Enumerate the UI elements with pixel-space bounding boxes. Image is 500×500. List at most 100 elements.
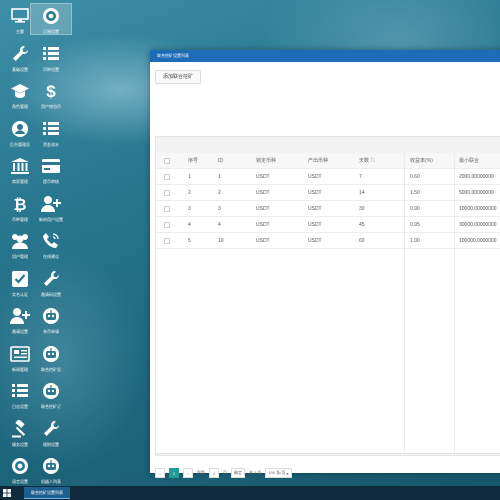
table-row[interactable]: 3 3 USDT USDT 30 0.90 10000.00000000 <box>156 201 500 217</box>
col-header-min-amount: 最小联合 <box>459 158 480 164</box>
cell-yield: 1.50 <box>410 190 420 196</box>
settings-wheel-icon <box>39 4 63 28</box>
desktop-icon-item[interactable]: 在线建议 <box>31 229 71 259</box>
table-header-row: 序号 ID 锁定币种 产出币种 天数 ⇅ 收益率(%) 最小联合 <box>156 153 500 169</box>
desktop-icon-item[interactable]: 邀请码设置 <box>31 267 71 297</box>
taskbar: 联合挖矿设置列表 <box>0 486 500 500</box>
next-page-button[interactable]: › <box>183 468 193 478</box>
desktop-icon-label: 在线建议 <box>43 254 59 259</box>
desktop-icon-label: 用户管理 <box>12 254 28 259</box>
cell-output-coin: USDT <box>308 222 322 228</box>
table-footer-total: 小计 <box>156 453 500 455</box>
prev-page-button[interactable]: ‹ <box>155 468 165 478</box>
cell-id: 1 <box>218 174 221 180</box>
add-mining-button[interactable]: 添加联合挖矿 <box>155 70 202 84</box>
desktop-icon-label: 商家管理 <box>12 179 28 184</box>
per-page-select[interactable]: 100 条/页 ▾ <box>265 468 292 478</box>
robot-icon <box>39 379 63 403</box>
cell-lock-coin: USDT <box>256 190 270 196</box>
desktop-icon-label: 机器人列表 <box>41 479 61 484</box>
row-checkbox[interactable] <box>164 206 170 212</box>
cell-output-coin: USDT <box>308 174 322 180</box>
cell-min-amount: 5000.00000000 <box>459 190 494 196</box>
graduation-cap-icon <box>8 79 32 103</box>
table-row[interactable]: 2 2 USDT USDT 14 1.50 5000.00000000 <box>156 185 500 201</box>
cell-index: 4 <box>188 222 191 228</box>
cell-index: 1 <box>188 174 191 180</box>
wrench-icon <box>8 42 32 66</box>
desktop-icon-item[interactable]: 币种设置 <box>31 42 71 72</box>
col-header-id: ID <box>218 158 223 164</box>
col-header-output-coin: 产出币种 <box>308 158 329 164</box>
users-icon <box>8 229 32 253</box>
cell-output-coin: USDT <box>308 238 322 244</box>
desktop-icon-label: 新的用户设置 <box>39 216 63 222</box>
desktop-icon-label: 充币申请 <box>43 329 59 334</box>
row-checkbox[interactable] <box>164 190 170 196</box>
table-row[interactable]: 1 1 USDT USDT 7 0.60 2000.00000000 <box>156 169 500 185</box>
page-input[interactable]: 1 <box>209 468 219 478</box>
phone-icon <box>39 229 63 253</box>
col-header-days[interactable]: 天数 ⇅ <box>359 153 375 169</box>
bank-icon <box>8 154 32 178</box>
desktop-icon-item[interactable]: 联合挖矿设 <box>31 342 71 372</box>
desktop-icon-item[interactable]: 新的用户设置 <box>31 192 71 222</box>
desktop-icon-label: 理财设置 <box>43 441 59 447</box>
desktop-icon-item[interactable]: 订阅设置 <box>30 2 72 36</box>
row-checkbox[interactable] <box>164 174 170 180</box>
desktop-icon-item[interactable]: 机器人列表 <box>31 454 71 484</box>
cell-min-amount: 10000.00000000 <box>459 206 497 212</box>
dollar-icon: $ <box>39 79 63 103</box>
table-row[interactable]: 4 4 USDT USDT 45 0.95 30000.00000000 <box>156 217 500 233</box>
column-divider <box>404 153 405 455</box>
pagination: ‹ 1 › 到第 1 页 确定 共 5 条 100 条/页 ▾ <box>155 467 292 479</box>
confirm-button[interactable]: 确定 <box>231 468 245 478</box>
robot-icon <box>39 454 63 478</box>
credit-card-icon <box>39 154 63 178</box>
select-all-checkbox[interactable] <box>164 158 170 164</box>
desktop-icon-item[interactable]: 资金流水 <box>31 117 71 147</box>
table-toolbar <box>156 137 500 153</box>
user-plus-icon <box>39 192 63 216</box>
cell-lock-coin: USDT <box>256 174 270 180</box>
cell-min-amount: 100000.0000000 <box>459 238 497 244</box>
cell-days: 45 <box>359 222 365 228</box>
row-checkbox[interactable] <box>164 238 170 244</box>
desktop-icon-label: 订阅设置 <box>43 29 59 34</box>
desktop-icon-label: 角色管理 <box>12 104 28 109</box>
sort-icon[interactable]: ⇅ <box>370 158 375 164</box>
window-title: 联合挖矿设置列表 <box>150 50 500 62</box>
desktop-icon-item[interactable]: 充币申请 <box>31 304 71 334</box>
table-row[interactable]: 5 10 USDT USDT 60 1.00 100000.0000000 <box>156 233 500 249</box>
taskbar-window-button[interactable]: 联合挖矿设置列表 <box>24 487 70 499</box>
desktop-icon-label: 用户钱包币 <box>41 104 61 109</box>
cell-min-amount: 2000.00000000 <box>459 174 494 180</box>
cell-output-coin: USDT <box>308 190 322 196</box>
cell-index: 3 <box>188 206 191 212</box>
cell-lock-coin: USDT <box>256 238 270 244</box>
cell-days: 60 <box>359 238 365 244</box>
user-circle-icon <box>8 117 32 141</box>
desktop-icon-item[interactable]: 联合挖矿订 <box>31 379 71 409</box>
cell-min-amount: 30000.00000000 <box>459 222 497 228</box>
cell-lock-coin: USDT <box>256 222 270 228</box>
windows-start-icon[interactable] <box>3 489 11 497</box>
wrench-icon <box>39 417 63 441</box>
desktop-icon-label: 后台管理员 <box>10 141 30 147</box>
col-header-lock-coin: 锁定币种 <box>256 158 277 164</box>
cell-days: 30 <box>359 206 365 212</box>
desktop-icon-label: 币种管理 <box>12 216 28 222</box>
desktop-icon-item[interactable]: 提币审核 <box>31 154 71 184</box>
row-checkbox[interactable] <box>164 222 170 228</box>
desktop-icon-item[interactable]: 理财设置 <box>31 417 71 447</box>
desktop-icon-label: 邀请码设置 <box>41 291 61 297</box>
cell-days: 14 <box>359 190 365 196</box>
desktop-icon-label: 提币审核 <box>43 179 59 184</box>
check-square-icon <box>8 267 32 291</box>
page-1-button[interactable]: 1 <box>169 468 179 478</box>
cell-id: 4 <box>218 222 221 228</box>
cell-id: 2 <box>218 190 221 196</box>
col-header-yield: 收益率(%) <box>410 158 433 164</box>
desktop-icon-item[interactable]: $ 用户钱包币 <box>31 79 71 109</box>
desktop-icon-label: 联合挖矿设 <box>41 366 61 372</box>
